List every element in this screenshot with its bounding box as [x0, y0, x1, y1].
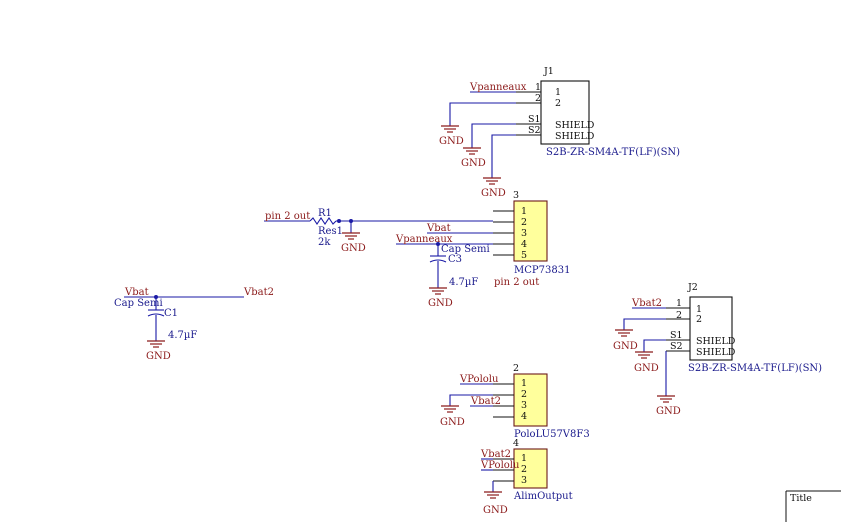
- ic-mcp73831[interactable]: 3 1 2 3 4 5 MCP73831: [513, 190, 570, 276]
- alim-pin-1: 1: [521, 453, 527, 464]
- mcp-pin-5: 5: [521, 250, 527, 261]
- net-label-vpololu-pololu: VPololu: [459, 374, 499, 385]
- gnd-label-j2-b: GND: [634, 363, 659, 374]
- j1-pin-1: 1: [535, 82, 541, 93]
- j1-pin-s1: S1: [528, 114, 541, 125]
- title-label: Title: [790, 493, 812, 504]
- gnd-symbol-c1: [147, 340, 165, 348]
- j2-pin-1: 1: [676, 298, 682, 309]
- pololu-part-number: PoloLU57V8F3: [514, 429, 590, 440]
- j1-inner-1: 1: [555, 87, 561, 98]
- net-label-vbat2-pololu: Vbat2: [470, 396, 501, 407]
- j1-inner-shield-1: SHIELD: [555, 120, 595, 131]
- gnd-label-j2-c: GND: [656, 406, 681, 417]
- j1-pin-2: 2: [535, 93, 541, 104]
- connector-j2[interactable]: J2 1 2 S1 S2 1 2 SHIELD SHIELD S2B-ZR-SM…: [670, 282, 822, 374]
- mcp-pin-4: 4: [521, 239, 527, 250]
- mcp-pin-1: 1: [521, 206, 527, 217]
- j2-inner-shield-2: SHIELD: [696, 347, 736, 358]
- j2-designator: J2: [687, 282, 698, 293]
- ic-pololu[interactable]: 2 1 2 3 4 PoloLU57V8F3: [513, 363, 590, 440]
- gnd-symbol-alim: [484, 491, 502, 499]
- j2-part-number: S2B-ZR-SM4A-TF(LF)(SN): [688, 363, 822, 374]
- gnd-symbol-j2-c: [657, 395, 675, 403]
- gnd-label-j1-b: GND: [461, 158, 486, 169]
- pololu-pin-3: 3: [521, 400, 527, 411]
- c1-value: 4.7µF: [168, 330, 197, 341]
- r1-designator: R1: [318, 208, 332, 219]
- j1-pin-s2: S2: [528, 125, 541, 136]
- alim-designator: 4: [513, 438, 519, 449]
- gnd-label-j1-c: GND: [481, 188, 506, 199]
- c1-type: Cap Semi: [114, 298, 163, 309]
- net-label-pin2out-mcp: pin 2 out: [494, 277, 539, 288]
- gnd-label-j2-a: GND: [613, 341, 638, 352]
- alim-pin-3: 3: [521, 475, 527, 486]
- connector-alim-output[interactable]: 4 1 2 3 AlimOutput: [513, 438, 573, 502]
- gnd-symbol-r1: [342, 232, 360, 240]
- r1-value: 2k: [318, 237, 331, 248]
- pololu-pin-1: 1: [521, 378, 527, 389]
- gnd-symbol-j1-b: [463, 147, 481, 155]
- net-label-pin2out-r1: pin 2 out: [265, 211, 310, 222]
- j1-part-number: S2B-ZR-SM4A-TF(LF)(SN): [546, 147, 680, 158]
- mcp-part-number: MCP73831: [514, 265, 570, 276]
- gnd-symbol-pololu: [441, 405, 459, 413]
- pololu-pin-4: 4: [521, 411, 527, 422]
- c1-designator: C1: [164, 308, 178, 319]
- j2-pin-s2: S2: [670, 341, 683, 352]
- gnd-label-c3: GND: [428, 298, 453, 309]
- net-label-vbat-c1: Vbat: [124, 287, 149, 298]
- net-label-vbat-mcp: Vbat: [426, 223, 451, 234]
- connector-j1[interactable]: J1 1 2 S1 S2 1 2 SHIELD SHIELD S2B-ZR-SM…: [528, 66, 680, 158]
- c3-designator: C3: [448, 254, 462, 265]
- net-label-vpanneaux-j1: Vpanneaux: [469, 82, 527, 93]
- j2-pin-s1: S1: [670, 330, 683, 341]
- gnd-symbol-c3: [429, 287, 447, 295]
- gnd-label-r1: GND: [341, 243, 366, 254]
- gnd-symbol-j2-a: [615, 329, 633, 337]
- j1-inner-shield-2: SHIELD: [555, 131, 595, 142]
- j1-inner-2: 2: [555, 98, 561, 109]
- alim-pin-2: 2: [521, 464, 527, 475]
- mcp-pin-3: 3: [521, 228, 527, 239]
- gnd-label-c1: GND: [146, 351, 171, 362]
- net-label-vbat2-alim: Vbat2: [480, 449, 511, 460]
- net-label-vbat2-j2: Vbat2: [631, 298, 662, 309]
- gnd-symbol-j1-a: [441, 125, 459, 133]
- gnd-symbol-j2-b: [635, 351, 653, 359]
- mcp-pin-2: 2: [521, 217, 527, 228]
- net-label-vpololu-alim: VPololu: [480, 460, 520, 471]
- pololu-pin-2: 2: [521, 389, 527, 400]
- j1-designator: J1: [543, 66, 554, 77]
- mcp-designator: 3: [513, 190, 519, 201]
- gnd-label-pololu: GND: [440, 417, 465, 428]
- alim-part-number: AlimOutput: [513, 491, 573, 502]
- j2-wires: [623, 307, 690, 396]
- mcp-pin-lines: [493, 210, 514, 256]
- j2-inner-2: 2: [696, 314, 702, 325]
- net-label-vbat2: Vbat2: [243, 287, 274, 298]
- gnd-label-alim: GND: [483, 505, 508, 516]
- j2-inner-shield-1: SHIELD: [696, 336, 736, 347]
- pololu-designator: 2: [513, 363, 519, 374]
- gnd-symbol-j1-c: [483, 177, 501, 185]
- title-block: Title: [785, 490, 841, 522]
- c3-value: 4.7µF: [449, 277, 478, 288]
- gnd-label-j1-a: GND: [439, 136, 464, 147]
- schematic-canvas: J1 1 2 S1 S2 1 2 SHIELD SHIELD S2B-ZR-SM…: [114, 66, 841, 522]
- r1-type: Res1: [318, 226, 343, 237]
